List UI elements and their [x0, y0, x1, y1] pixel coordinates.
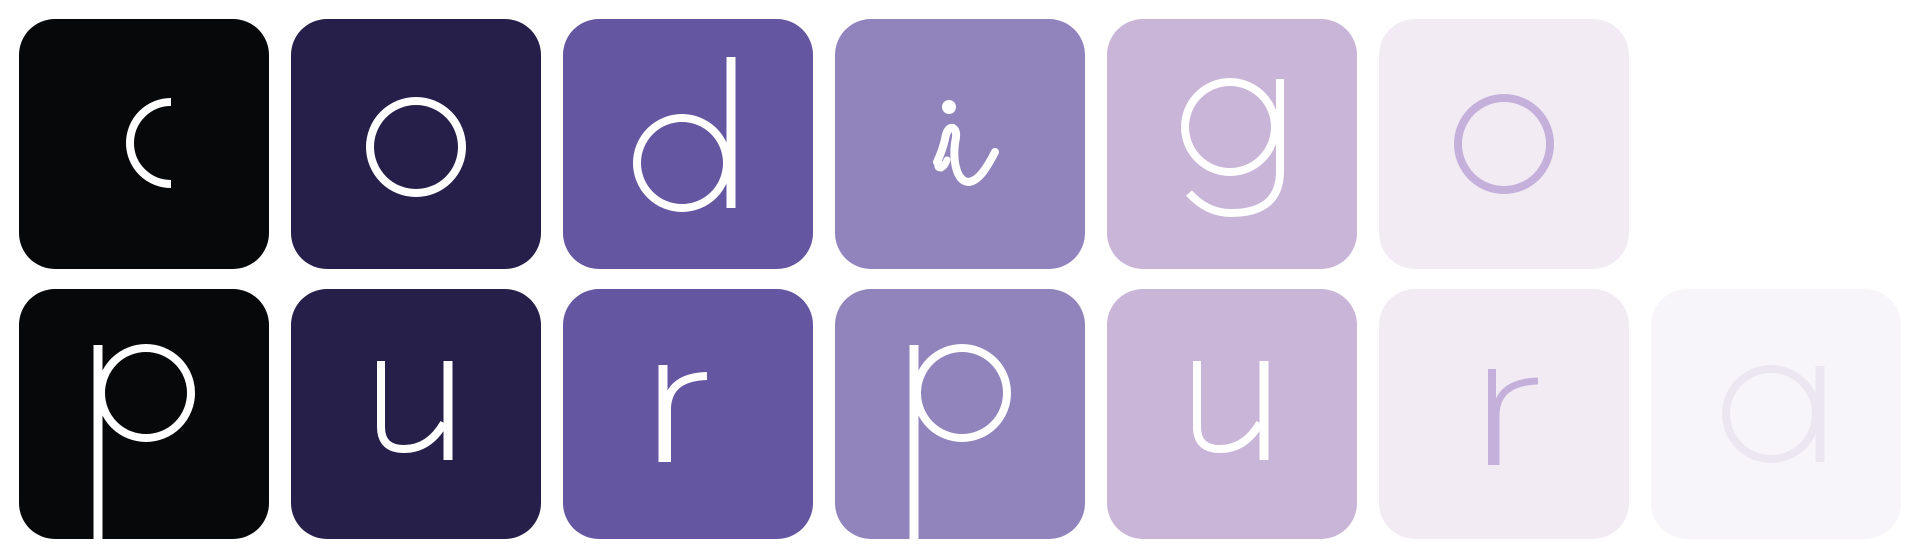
letter-tile: o: [1379, 19, 1629, 269]
letter-tile: d: [563, 19, 813, 269]
letter-tile: c: [19, 19, 269, 269]
letter-tile: p: [19, 289, 269, 539]
letter-d-glyph: [633, 57, 736, 212]
letter-a-glyph: [1722, 365, 1825, 463]
letter-o-glyph: [1454, 94, 1554, 194]
letter-tile: a: [1651, 289, 1901, 539]
letter-tile: o: [291, 19, 541, 269]
letter-o-glyph: [366, 97, 466, 197]
word-row-codigo: c o d i g o: [19, 19, 1629, 269]
word-row-purpura: p u r p u r: [19, 289, 1901, 539]
letter-g-glyph: [1181, 78, 1284, 218]
letter-u-glyph: [1193, 361, 1269, 460]
letter-tile: i: [835, 19, 1085, 269]
letter-p-glyph: [93, 344, 195, 539]
letter-r-glyph: [1488, 369, 1539, 465]
letter-p-glyph: [909, 344, 1011, 539]
letter-u-glyph: [377, 361, 453, 460]
letter-tile: r: [1379, 289, 1629, 539]
letter-tile: r: [563, 289, 813, 539]
letter-r-glyph: [658, 365, 708, 462]
letter-i-glyph: [933, 100, 999, 187]
letter-tile: u: [1107, 289, 1357, 539]
letter-tile: p: [835, 289, 1085, 539]
letter-tile: g: [1107, 19, 1357, 269]
letter-c-glyph: [126, 98, 172, 188]
letter-tile: u: [291, 289, 541, 539]
